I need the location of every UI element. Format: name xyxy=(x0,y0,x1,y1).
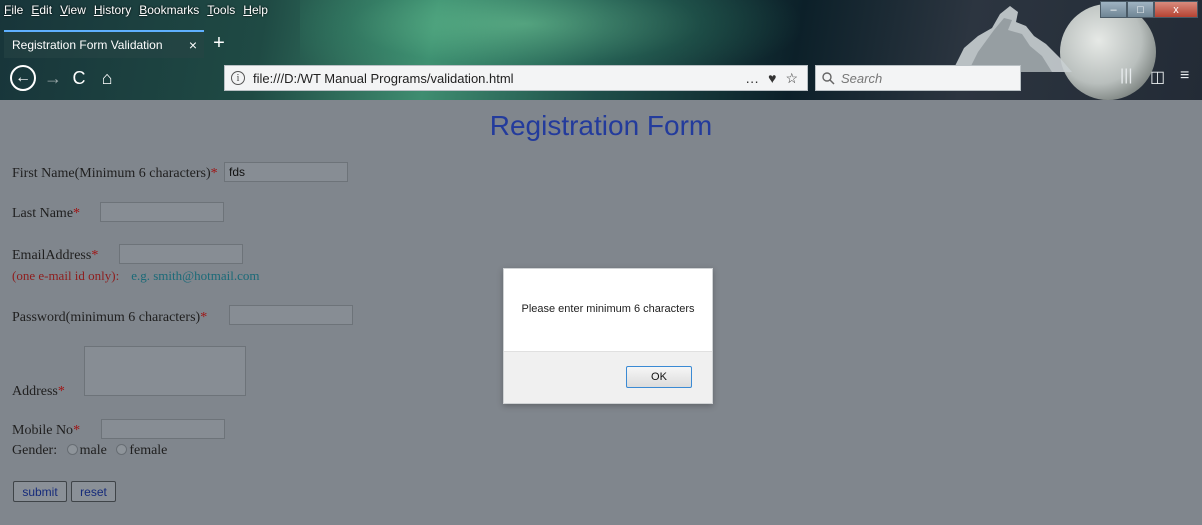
password-label-text: Password(minimum 6 characters) xyxy=(12,310,201,325)
menu-bookmarks[interactable]: Bookmarks xyxy=(139,3,199,17)
tab-strip: Registration Form Validation × + xyxy=(0,30,1202,58)
menu-edit[interactable]: Edit xyxy=(31,3,52,17)
search-icon xyxy=(822,71,835,85)
alert-message: Please enter minimum 6 characters xyxy=(521,303,695,315)
gender-group: Gender: male female xyxy=(12,443,167,459)
email-label-text: EmailAddress xyxy=(12,248,92,263)
hamburger-menu-icon[interactable]: ≡ xyxy=(1180,67,1189,85)
required-mark: * xyxy=(200,310,208,325)
address-textarea[interactable] xyxy=(84,346,246,396)
url-text[interactable]: file:///D:/WT Manual Programs/validation… xyxy=(253,71,745,86)
submit-button[interactable]: submit xyxy=(13,481,67,502)
mobile-label-text: Mobile No xyxy=(12,423,74,438)
ok-button[interactable]: OK xyxy=(626,366,692,388)
gender-label: Gender: xyxy=(12,443,58,458)
menu-tools[interactable]: Tools xyxy=(207,3,235,17)
alert-dialog: Please enter minimum 6 characters OK xyxy=(503,268,713,404)
page-title: Registration Form xyxy=(489,110,713,141)
first-name-label-text: First Name(Minimum 6 characters) xyxy=(12,166,211,181)
info-icon[interactable]: i xyxy=(231,71,245,85)
password-label: Password(minimum 6 characters)* xyxy=(12,310,207,326)
menu-view[interactable]: View xyxy=(60,3,86,17)
gender-male-radio[interactable] xyxy=(66,444,78,455)
menu-bar: File Edit View History Bookmarks Tools H… xyxy=(0,0,276,20)
reload-icon[interactable]: C xyxy=(66,65,92,91)
search-placeholder: Search xyxy=(841,70,883,86)
window-controls: – □ x xyxy=(1100,1,1198,18)
email-input[interactable] xyxy=(119,244,243,264)
email-hint-example: e.g. smith@hotmail.com xyxy=(131,268,260,283)
search-bar[interactable]: Search xyxy=(815,65,1021,91)
tab-close-icon[interactable]: × xyxy=(182,37,204,53)
mobile-input[interactable] xyxy=(101,419,225,439)
gender-female-label[interactable]: female xyxy=(129,443,167,458)
page-actions-icon[interactable]: … xyxy=(745,70,759,86)
email-label: EmailAddress* xyxy=(12,248,98,264)
menu-file[interactable]: File xyxy=(4,3,23,17)
gender-female-radio[interactable] xyxy=(116,444,128,455)
url-bar[interactable]: i file:///D:/WT Manual Programs/validati… xyxy=(224,65,808,91)
navigation-bar: ← → C ⌂ i file:///D:/WT Manual Programs/… xyxy=(0,58,1202,98)
close-window-button[interactable]: x xyxy=(1154,1,1198,18)
mobile-label: Mobile No* xyxy=(12,423,80,439)
home-icon[interactable]: ⌂ xyxy=(94,65,120,91)
back-arrow-icon[interactable]: ← xyxy=(10,65,36,91)
required-mark: * xyxy=(73,423,81,438)
required-mark: * xyxy=(210,166,218,181)
tab-title: Registration Form Validation xyxy=(12,38,163,52)
menu-history[interactable]: History xyxy=(94,3,131,17)
reset-button[interactable]: reset xyxy=(71,481,116,502)
email-hint: (one e-mail id only): e.g. smith@hotmail.… xyxy=(12,268,259,284)
maximize-button[interactable]: □ xyxy=(1127,1,1154,18)
new-tab-icon[interactable]: + xyxy=(208,32,230,54)
last-name-label: Last Name* xyxy=(12,206,80,222)
address-label-text: Address xyxy=(12,384,58,399)
email-hint-label: (one e-mail id only): xyxy=(12,268,120,283)
gender-male-label[interactable]: male xyxy=(80,443,107,458)
required-mark: * xyxy=(73,206,81,221)
alert-footer: OK xyxy=(504,351,712,403)
menu-help[interactable]: Help xyxy=(243,3,268,17)
pocket-icon[interactable]: ♥ xyxy=(768,70,776,86)
browser-chrome: File Edit View History Bookmarks Tools H… xyxy=(0,0,1202,100)
library-icon[interactable]: ||| xyxy=(1120,67,1132,85)
address-label: Address* xyxy=(12,384,65,400)
forward-arrow-icon[interactable]: → xyxy=(40,65,66,91)
first-name-label: First Name(Minimum 6 characters)* xyxy=(12,166,218,182)
required-mark: * xyxy=(57,384,65,399)
password-input[interactable] xyxy=(229,305,353,325)
tab-registration-form[interactable]: Registration Form Validation × xyxy=(4,30,204,58)
minimize-button[interactable]: – xyxy=(1100,1,1127,18)
required-mark: * xyxy=(91,248,99,263)
sidebar-icon[interactable]: ◫ xyxy=(1150,67,1165,87)
last-name-label-text: Last Name xyxy=(12,206,74,221)
first-name-value: fds xyxy=(229,165,246,179)
last-name-input[interactable] xyxy=(100,202,224,222)
first-name-input[interactable]: fds xyxy=(224,162,348,182)
bookmark-star-icon[interactable]: ☆ xyxy=(785,70,798,87)
